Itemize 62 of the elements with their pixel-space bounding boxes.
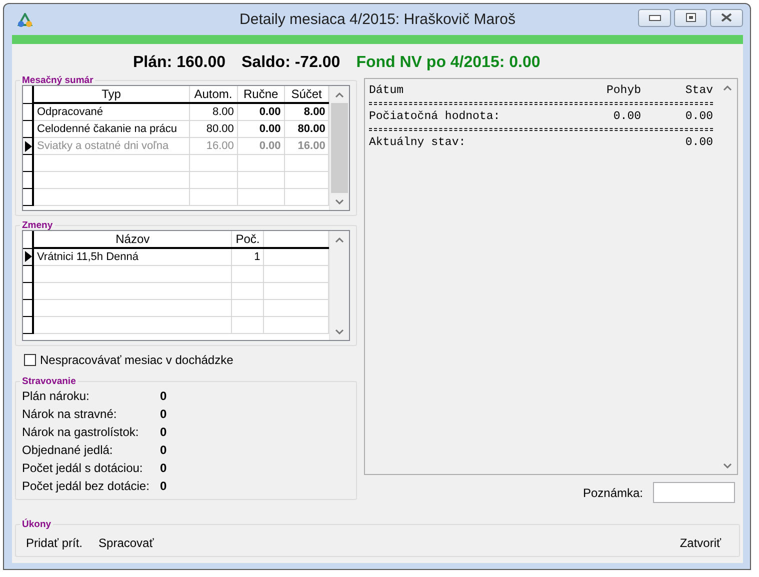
- table-cell: Celodenné čakanie na prácu: [33, 120, 190, 138]
- field-value: 0: [160, 425, 167, 439]
- table-cell: 8.00: [189, 103, 238, 120]
- table-cell: Vrátnici 11,5h Denná: [33, 248, 232, 266]
- table-cell: 16.00: [189, 138, 238, 154]
- close-button[interactable]: [710, 8, 743, 26]
- scrollbar[interactable]: [329, 86, 349, 210]
- minimize-icon: [648, 14, 660, 20]
- note-field[interactable]: [653, 482, 735, 503]
- checkbox-label[interactable]: Nespracovávať mesiac v dochádzke: [40, 353, 234, 367]
- table-cell: Odpracované: [33, 103, 190, 120]
- field-label: Plán nároku:: [22, 389, 90, 403]
- column-header[interactable]: Typ: [33, 86, 190, 103]
- action-button[interactable]: Pridať prít.: [22, 534, 87, 552]
- scrollbar[interactable]: [329, 231, 349, 340]
- group-title: Zmeny: [21, 220, 54, 231]
- summary-value: Saldo: -72.00: [242, 54, 340, 72]
- column-header: Stav: [684, 84, 713, 97]
- log-value: 0.00: [684, 136, 713, 149]
- field-label: Nárok na stravné:: [22, 407, 118, 421]
- table-cell: 0.00: [237, 103, 284, 120]
- action-button[interactable]: Spracovať: [94, 534, 158, 552]
- column-header[interactable]: Autom.: [189, 86, 238, 103]
- checkbox[interactable]: [24, 354, 36, 366]
- scroll-thumb[interactable]: [331, 103, 348, 193]
- group-title: Stravovanie: [21, 376, 77, 387]
- field-label: Poznámka:: [582, 486, 643, 500]
- maximize-button[interactable]: [674, 8, 707, 26]
- table-cell: 1: [232, 248, 264, 266]
- column-header[interactable]: Poč.: [232, 231, 264, 248]
- field-value: 0: [160, 461, 167, 475]
- table-cell: Sviatky a ostatné dni voľna: [33, 138, 190, 154]
- column-header: Dátum: [369, 84, 405, 97]
- log-label: Počiatočná hodnota:: [369, 110, 502, 123]
- group-title: Mesačný sumár: [21, 75, 94, 86]
- column-header[interactable]: Názov: [33, 231, 232, 248]
- field-value: 0: [160, 443, 167, 457]
- maximize-icon: [686, 13, 696, 22]
- field-label: Objednané jedlá:: [22, 443, 114, 457]
- field-value: 0: [160, 479, 167, 493]
- table-cell: 0.00: [237, 138, 284, 154]
- table-cell: 0.00: [237, 120, 284, 138]
- window-title: Detaily mesiaca 4/2015: Hraškovič Maroš: [240, 11, 516, 28]
- field-label: Počet jedál bez dotácie:: [22, 479, 150, 493]
- field-label: Počet jedál s dotáciou:: [22, 461, 144, 475]
- app-icon: [17, 12, 33, 26]
- log-value: 0.00: [612, 110, 641, 123]
- field-value: 0: [160, 389, 167, 403]
- column-header: Pohyb: [605, 84, 641, 97]
- column-header[interactable]: Súčet: [284, 86, 329, 103]
- close-dialog-button[interactable]: Zatvoriť: [676, 534, 725, 552]
- column-header[interactable]: Ručne: [237, 86, 284, 103]
- summary-value: Fond NV po 4/2015: 0.00: [356, 54, 540, 72]
- log-label: Aktuálny stav:: [369, 136, 467, 149]
- field-label: Nárok na gastrolístok:: [22, 425, 140, 439]
- table-cell: 80.00: [189, 120, 238, 138]
- field-value: 0: [160, 407, 167, 421]
- minimize-button[interactable]: [638, 8, 671, 26]
- close-icon: [721, 13, 732, 22]
- summary-value: Plán: 160.00: [133, 54, 226, 72]
- log-value: 0.00: [684, 110, 713, 123]
- group-title: Úkony: [21, 519, 52, 530]
